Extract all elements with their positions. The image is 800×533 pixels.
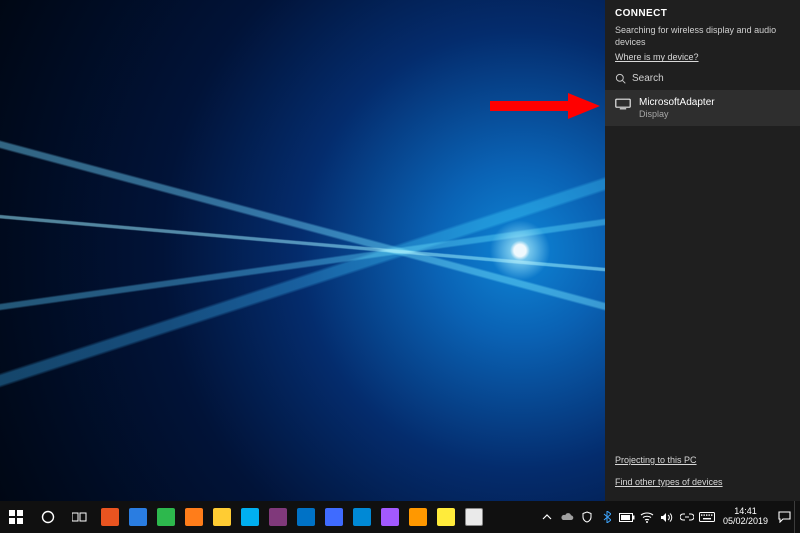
device-type: Display: [639, 109, 715, 119]
projecting-to-this-pc-link[interactable]: Projecting to this PC: [615, 455, 790, 465]
taskbar-app-basecamp[interactable]: [460, 501, 488, 533]
taskbar-app-firefox[interactable]: [180, 501, 208, 533]
taskbar-app-sublime[interactable]: [404, 501, 432, 533]
find-other-devices-link[interactable]: Find other types of devices: [615, 477, 790, 487]
search-icon: [615, 73, 626, 84]
start-icon: [9, 510, 23, 524]
clock-date: 05/02/2019: [723, 517, 768, 527]
search-input[interactable]: Search: [615, 73, 790, 84]
firefox-icon: [185, 508, 203, 526]
searching-status: Searching for wireless display and audio…: [615, 25, 790, 48]
link-icon[interactable]: [677, 501, 697, 533]
volume-icon[interactable]: [657, 501, 677, 533]
start-button[interactable]: [0, 501, 32, 533]
display-icon: [615, 98, 631, 110]
cortana-icon: [41, 510, 55, 524]
skype-icon: [241, 508, 259, 526]
figma-icon: [381, 508, 399, 526]
explorer-icon: [213, 508, 231, 526]
wifi-icon[interactable]: [637, 501, 657, 533]
taskbar-app-explorer[interactable]: [208, 501, 236, 533]
sublime-icon: [409, 508, 427, 526]
connect-title: CONNECT: [615, 8, 790, 19]
azure-icon: [353, 508, 371, 526]
task-view-button[interactable]: [64, 501, 96, 533]
battery-icon[interactable]: [617, 501, 637, 533]
taskbar-app-edge[interactable]: [124, 501, 152, 533]
edge-icon: [129, 508, 147, 526]
chrome-icon: [157, 508, 175, 526]
taskbar-app-outlook[interactable]: [292, 501, 320, 533]
taskbar-app-todo[interactable]: [320, 501, 348, 533]
bluetooth-icon[interactable]: [597, 501, 617, 533]
taskbar-clock[interactable]: 14:41 05/02/2019: [717, 507, 774, 527]
taskbar-app-figma[interactable]: [376, 501, 404, 533]
taskbar-app-notepad[interactable]: [432, 501, 460, 533]
device-item-microsoftadapter[interactable]: MicrosoftAdapter Display: [605, 90, 800, 126]
connect-panel: CONNECT Searching for wireless display a…: [605, 0, 800, 501]
search-placeholder: Search: [632, 73, 664, 84]
taskview-icon: [72, 511, 88, 523]
onedrive-icon[interactable]: [557, 501, 577, 533]
cortana-button[interactable]: [32, 501, 64, 533]
todo-icon: [325, 508, 343, 526]
taskbar-app-skype[interactable]: [236, 501, 264, 533]
taskbar: 14:41 05/02/2019: [0, 501, 800, 533]
onenote-icon: [269, 508, 287, 526]
where-is-my-device-link[interactable]: Where is my device?: [615, 52, 699, 62]
action-center-icon[interactable]: [774, 501, 794, 533]
keyboard-icon[interactable]: [697, 501, 717, 533]
outlook-icon: [297, 508, 315, 526]
tray-overflow-icon[interactable]: [537, 501, 557, 533]
device-name: MicrosoftAdapter: [639, 97, 715, 108]
taskbar-app-chrome[interactable]: [152, 501, 180, 533]
notepad-icon: [437, 508, 455, 526]
ubuntu-icon: [101, 508, 119, 526]
show-desktop-button[interactable]: [794, 501, 800, 533]
security-icon[interactable]: [577, 501, 597, 533]
taskbar-app-ubuntu[interactable]: [96, 501, 124, 533]
basecamp-icon: [465, 508, 483, 526]
taskbar-app-azure[interactable]: [348, 501, 376, 533]
taskbar-app-onenote[interactable]: [264, 501, 292, 533]
